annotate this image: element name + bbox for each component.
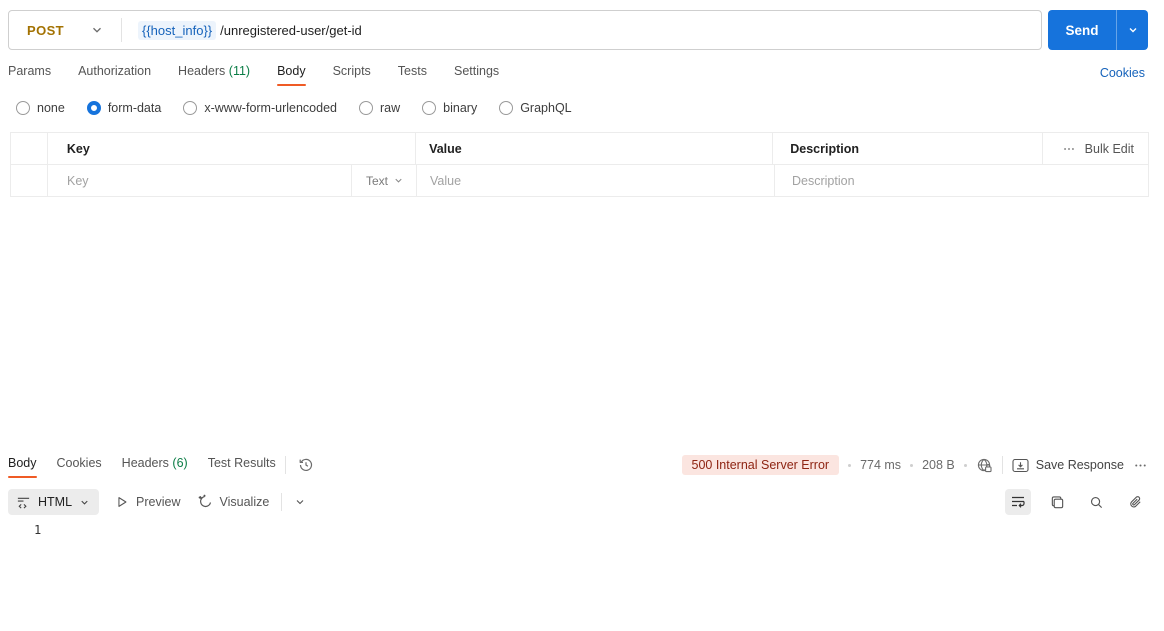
radio-form-data[interactable]: form-data [86,101,161,115]
response-toolbar: HTML Preview Visualize [8,489,306,515]
key-input-cell: Key Text [47,165,416,196]
url-input[interactable]: {{host_info}} /unregistered-user/get-id [138,20,362,40]
status-badge[interactable]: 500 Internal Server Error [681,455,840,475]
tab-headers[interactable]: Headers (11) [178,64,250,86]
response-time[interactable]: 774 ms [860,458,901,472]
code-format-icon [17,497,30,509]
value-input[interactable]: Value [430,174,461,188]
wrap-text-button[interactable] [1005,489,1031,515]
radio-graphql[interactable]: GraphQL [499,101,572,115]
body-type-options: none form-data x-www-form-urlencoded raw… [16,101,572,115]
response-tab-cookies[interactable]: Cookies [57,456,102,478]
bulk-edit-button[interactable]: Bulk Edit [1042,133,1148,164]
response-history-group [285,456,314,474]
chevron-down-icon [395,178,402,183]
header-description: Description [772,133,1042,164]
dot-separator [963,463,967,467]
save-response-button[interactable]: Save Response [1012,458,1124,473]
wrap-text-icon [1012,496,1025,508]
dot-separator [910,463,914,467]
copy-icon [1051,495,1063,508]
radio-icon [183,101,198,115]
header-key: Key [46,133,415,164]
chevron-down-icon [81,500,88,505]
tab-authorization[interactable]: Authorization [78,64,151,86]
row-checkbox-cell[interactable] [11,165,47,196]
visualize-button[interactable]: Visualize [197,494,269,510]
radio-x-www-form-urlencoded[interactable]: x-www-form-urlencoded [183,101,337,115]
radio-icon [16,101,30,115]
response-editor-tools [1005,489,1148,515]
search-button[interactable] [1083,489,1109,515]
preview-button[interactable]: Preview [115,495,181,509]
send-options-chevron-icon[interactable] [1117,10,1148,50]
search-icon [1090,496,1102,508]
key-input[interactable]: Key [67,174,89,188]
send-button[interactable]: Send [1048,10,1117,50]
response-meta: 500 Internal Server Error 774 ms 208 B S… [681,455,1149,475]
response-tab-headers[interactable]: Headers (6) [122,456,188,478]
globe-lock-icon[interactable] [976,457,993,474]
response-format-selector[interactable]: HTML [8,489,100,515]
response-tab-body[interactable]: Body [8,456,37,478]
url-path-text: /unregistered-user/get-id [220,22,362,38]
history-icon[interactable] [298,457,314,473]
response-tab-test-results[interactable]: Test Results [208,456,276,478]
divider [1001,456,1003,474]
copy-button[interactable] [1044,489,1070,515]
method-selector[interactable]: POST [27,23,64,38]
value-input-cell: Value [416,165,774,196]
radio-icon [499,101,514,115]
radio-selected-icon [86,101,101,115]
tab-params[interactable]: Params [8,64,51,86]
tab-scripts[interactable]: Scripts [333,64,371,86]
response-headers-count-badge: (6) [172,456,188,470]
divider [281,493,283,511]
link-button[interactable] [1122,489,1148,515]
toolbar-chevron-down-icon[interactable] [294,496,306,508]
header-value: Value [415,133,772,164]
tab-body[interactable]: Body [277,64,306,86]
key-type-selector[interactable]: Text [350,165,416,196]
chevron-down-icon[interactable] [90,23,104,37]
visualize-wand-icon [198,494,211,508]
tab-settings[interactable]: Settings [454,64,499,86]
request-tabs: Params Authorization Headers (11) Body S… [8,64,499,86]
response-size[interactable]: 208 B [922,458,955,472]
headers-count-badge: (11) [228,64,251,78]
editor-line-number: 1 [34,523,42,537]
header-checkbox-cell [11,133,47,164]
table-header-row: Key Value Description Bulk Edit [11,133,1148,164]
divider [285,456,286,474]
link-attachment-icon [1129,495,1141,507]
more-dots-icon [1062,142,1076,156]
response-more-dots-icon[interactable] [1133,458,1148,473]
play-icon [118,497,127,507]
radio-icon [359,101,373,115]
request-url-bar: POST {{host_info}} /unregistered-user/ge… [8,10,1042,50]
table-row: Key Text Value Description [11,164,1148,196]
divider [121,18,122,42]
description-input-cell: Description [774,165,1148,196]
radio-binary[interactable]: binary [422,101,477,115]
description-input[interactable]: Description [792,174,855,188]
radio-raw[interactable]: raw [359,101,400,115]
form-data-table: Key Value Description Bulk Edit Key Text… [10,132,1149,197]
tab-tests[interactable]: Tests [398,64,427,86]
save-response-icon [1012,458,1029,472]
environment-variable-chip[interactable]: {{host_info}} [138,20,217,40]
cookies-link[interactable]: Cookies [1100,66,1145,80]
radio-none[interactable]: none [16,101,65,115]
dot-separator [848,463,852,467]
radio-icon [422,101,437,115]
response-tabs: Body Cookies Headers (6) Test Results [8,456,276,478]
send-button-group: Send [1048,10,1148,50]
